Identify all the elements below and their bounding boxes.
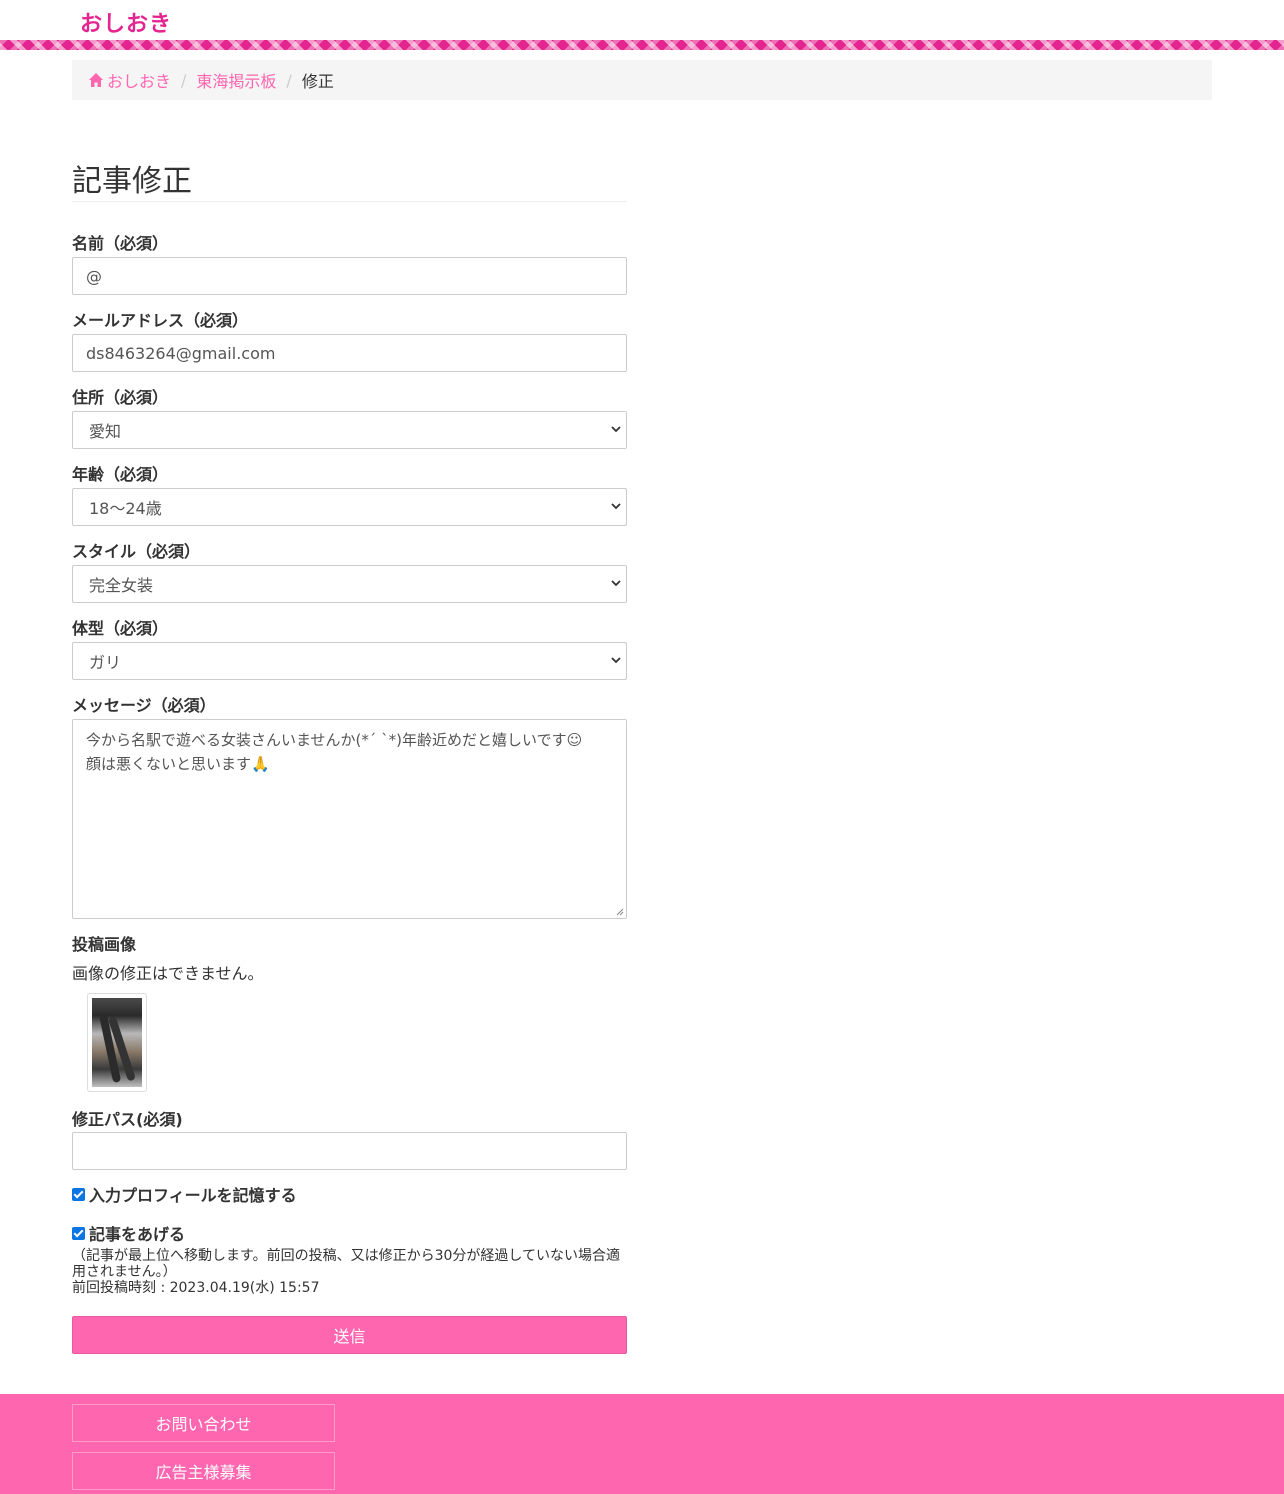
post-image-thumbnail <box>87 993 147 1092</box>
style-select[interactable]: 完全女装 <box>72 565 627 603</box>
top-header: おしおき <box>0 0 1284 40</box>
raise-note-line-2: 用されません。） <box>72 1264 177 1280</box>
address-select-value: 愛知 <box>89 422 122 441</box>
chevron-down-icon <box>611 657 621 664</box>
body-type-select[interactable]: ガリ <box>72 642 627 680</box>
page-title: 記事修正 <box>72 150 627 202</box>
remember-profile-checkbox-row[interactable]: 入力プロフィールを記憶する <box>72 1182 297 1206</box>
edit-form: 記事修正 名前（必須） @ メールアドレス（必須） ds8463264@gmai… <box>72 150 627 1354</box>
message-line-2: 顔は悪くないと思います🙏 <box>86 755 270 773</box>
breadcrumb-board-link[interactable]: 東海掲示板 <box>196 68 276 92</box>
address-select[interactable]: 愛知 <box>72 411 627 449</box>
site-logo[interactable]: おしおき <box>80 6 172 38</box>
breadcrumb-home-label: おしおき <box>107 72 172 91</box>
footer: お問い合わせ 広告主様募集 <box>0 1394 1284 1494</box>
breadcrumb-home-link[interactable]: おしおき <box>88 68 171 92</box>
raise-post-label: 記事をあげる <box>89 1225 186 1244</box>
raise-post-checkbox[interactable] <box>72 1226 85 1240</box>
address-label: 住所（必須） <box>72 388 169 407</box>
breadcrumb: おしおき / 東海掲示板 / 修正 <box>72 60 1212 100</box>
home-icon <box>89 73 103 87</box>
submit-button[interactable]: 送信 <box>72 1316 627 1354</box>
email-label: メールアドレス（必須） <box>72 311 249 330</box>
remember-profile-label: 入力プロフィールを記憶する <box>89 1186 297 1205</box>
message-label: メッセージ（必須） <box>72 696 216 715</box>
chevron-down-icon <box>611 580 621 587</box>
age-select[interactable]: 18〜24歳 <box>72 488 627 526</box>
message-textarea[interactable]: 今から名駅で遊べる女装さんいませんか(*´ `*)年齢近めだと嬉しいです☺ 顔は… <box>72 719 627 919</box>
last-post-time: 前回投稿時刻 : 2023.04.19(水) 15:57 <box>72 1280 320 1296</box>
raise-post-checkbox-row[interactable]: 記事をあげる <box>72 1221 185 1245</box>
remember-profile-checkbox[interactable] <box>72 1187 85 1201</box>
email-input[interactable]: ds8463264@gmail.com <box>72 334 627 372</box>
decorative-stripe <box>0 40 1284 50</box>
breadcrumb-separator: / <box>181 70 187 90</box>
chevron-down-icon <box>611 503 621 510</box>
password-input[interactable] <box>72 1132 627 1170</box>
raise-note-line-1: （記事が最上位へ移動します。前回の投稿、又は修正から30分が経過していない場合適 <box>72 1248 620 1264</box>
contact-button[interactable]: お問い合わせ <box>72 1404 335 1442</box>
body-type-label: 体型（必須） <box>72 619 169 638</box>
post-image <box>92 998 142 1087</box>
raise-post-note: （記事が最上位へ移動します。前回の投稿、又は修正から30分が経過していない場合適… <box>72 1248 632 1296</box>
breadcrumb-current: 修正 <box>301 72 334 91</box>
image-note: 画像の修正はできません。 <box>72 964 264 983</box>
message-line-1: 今から名駅で遊べる女装さんいませんか(*´ `*)年齢近めだと嬉しいです☺ <box>86 731 583 749</box>
name-input[interactable]: @ <box>72 257 627 295</box>
resize-handle-icon[interactable] <box>616 908 624 916</box>
name-label: 名前（必須） <box>72 234 169 253</box>
image-label: 投稿画像 <box>72 935 137 954</box>
password-label: 修正パス(必須) <box>72 1110 183 1129</box>
age-label: 年齢（必須） <box>72 465 169 484</box>
style-label: スタイル（必須） <box>72 542 201 561</box>
style-select-value: 完全女装 <box>89 576 154 595</box>
chevron-down-icon <box>611 426 621 433</box>
body-type-select-value: ガリ <box>89 653 122 672</box>
breadcrumb-separator: / <box>286 70 292 90</box>
advertiser-button[interactable]: 広告主様募集 <box>72 1452 335 1490</box>
age-select-value: 18〜24歳 <box>89 499 162 518</box>
